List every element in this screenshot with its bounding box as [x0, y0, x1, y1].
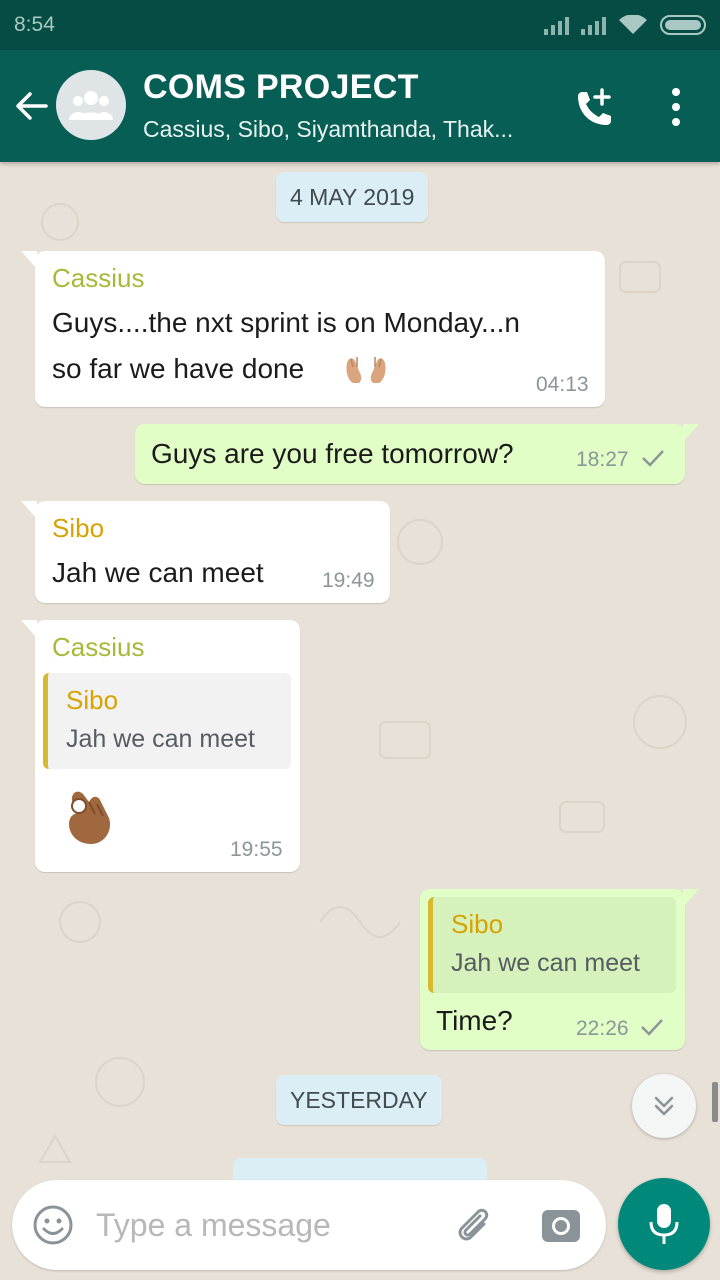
quoted-text: Jah we can meet — [66, 725, 255, 753]
chat-header: COMS PROJECT Cassius, Sibo, Siyamthanda,… — [0, 50, 720, 162]
message-time: 18:27 — [576, 448, 629, 471]
message-text-line: so far we have done — [52, 353, 305, 384]
message-bubble-outgoing[interactable]: Guys are you free tomorrow? 18:27 — [135, 424, 699, 484]
battery-icon — [660, 15, 706, 35]
sent-check-icon — [642, 450, 664, 467]
quoted-message[interactable]: Sibo Jah we can meet — [428, 897, 676, 993]
sender-name[interactable]: Cassius — [52, 632, 144, 663]
sent-check-icon — [641, 1019, 663, 1036]
group-avatar[interactable] — [56, 70, 126, 140]
quoted-message[interactable]: Sibo Jah we can meet — [43, 673, 291, 769]
message-time: 04:13 — [536, 373, 589, 396]
group-avatar-icon — [69, 91, 113, 120]
voice-record-button[interactable] — [618, 1178, 710, 1270]
bubble-tail — [21, 501, 37, 519]
quoted-sender: Sibo — [66, 685, 119, 715]
message-text: Guys are you free tomorrow? — [151, 438, 514, 469]
back-arrow-icon[interactable] — [14, 88, 50, 124]
status-time: 8:54 — [14, 13, 55, 36]
ok-hand-emoji-icon — [69, 791, 111, 844]
message-time: 19:49 — [322, 569, 375, 592]
attach-icon[interactable] — [450, 1202, 496, 1248]
date-divider: 4 MAY 2019 — [276, 172, 429, 222]
date-divider: YESTERDAY — [276, 1075, 442, 1125]
more-vert-icon[interactable] — [664, 86, 688, 128]
signal-icon-2 — [581, 15, 606, 35]
mic-icon — [649, 1204, 679, 1244]
scroll-down-icon — [654, 1096, 674, 1116]
wifi-icon — [619, 15, 647, 34]
message-time: 19:55 — [230, 838, 283, 861]
message-text: Jah we can meet — [52, 557, 264, 588]
message-composer — [12, 1180, 606, 1270]
camera-icon[interactable] — [540, 1204, 582, 1246]
sender-name[interactable]: Sibo — [52, 513, 104, 544]
add-call-icon[interactable] — [570, 86, 616, 132]
message-bubble-incoming[interactable]: Cassius Guys....the nxt sprint is on Mon… — [21, 251, 605, 407]
status-icons — [544, 15, 706, 35]
message-time: 22:26 — [576, 1017, 629, 1040]
message-bubble-outgoing[interactable]: Sibo Jah we can meet Time? 22:26 — [420, 889, 699, 1050]
quoted-sender: Sibo — [451, 909, 504, 939]
emoji-icon[interactable] — [32, 1204, 74, 1246]
chat-participants[interactable]: Cassius, Sibo, Siyamthanda, Thak... — [143, 116, 543, 143]
bubble-tail — [21, 251, 37, 269]
bubble-tail — [21, 620, 37, 638]
chat-title[interactable]: COMS PROJECT — [143, 68, 419, 107]
scroll-to-bottom-button[interactable] — [632, 1074, 696, 1138]
message-text-line: Guys....the nxt sprint is on Monday...n — [52, 307, 520, 338]
open-hands-emoji-icon — [346, 357, 386, 383]
chat-messages[interactable]: 4 MAY 2019 Cassius Guys....the nxt sprin… — [0, 162, 720, 1280]
sender-name[interactable]: Cassius — [52, 263, 144, 294]
bubble-tail — [683, 424, 699, 442]
message-text: Time? — [436, 1005, 513, 1036]
signal-icon — [544, 15, 569, 35]
scrollbar[interactable] — [712, 1082, 718, 1122]
message-bubble-incoming[interactable]: Cassius Sibo Jah we can meet 19:55 — [21, 620, 300, 872]
status-bar: 8:54 — [0, 0, 720, 50]
message-input[interactable] — [96, 1202, 416, 1248]
bubble-tail — [683, 889, 699, 907]
message-bubble-incoming[interactable]: Sibo Jah we can meet 19:49 — [21, 501, 390, 603]
quoted-text: Jah we can meet — [451, 949, 640, 977]
